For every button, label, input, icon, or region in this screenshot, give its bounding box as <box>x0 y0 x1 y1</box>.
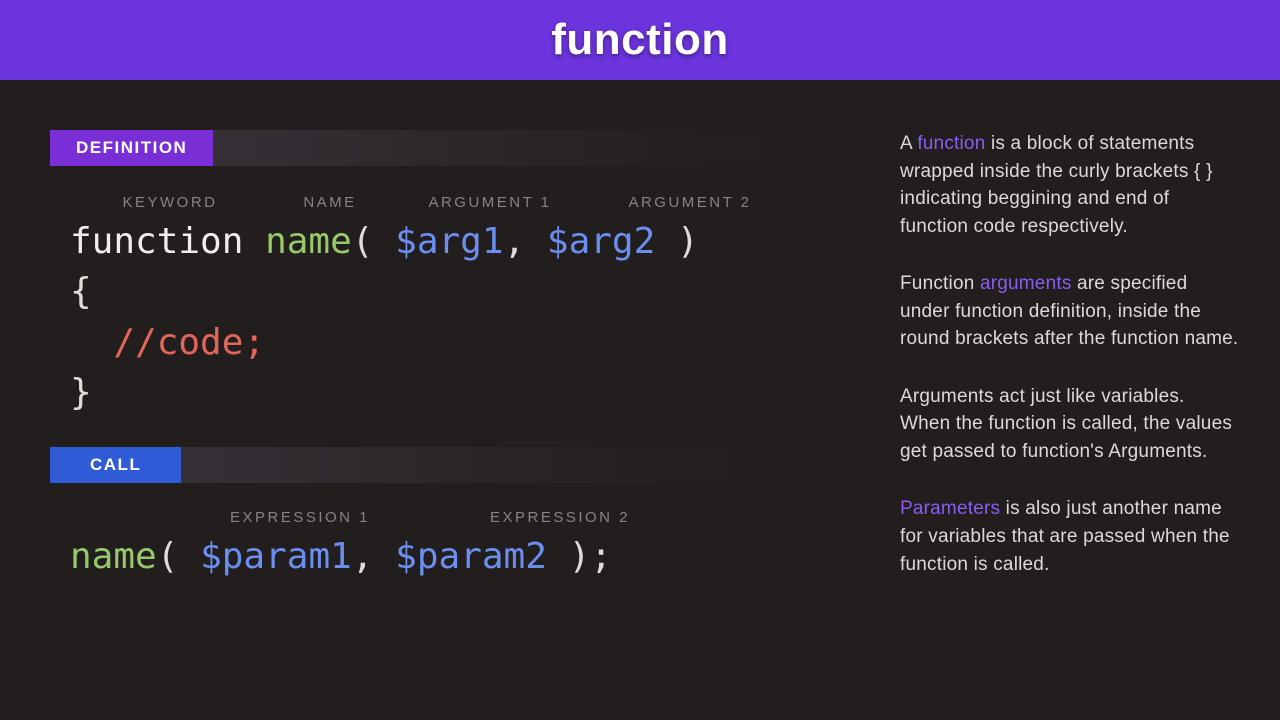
call-open-paren: ( <box>157 536 179 577</box>
call-close: ); <box>569 536 612 577</box>
definition-tag: DEFINITION <box>50 130 213 166</box>
call-tag: CALL <box>50 447 181 483</box>
right-column: A function is a block of statements wrap… <box>900 130 1260 608</box>
call-param2: $param2 <box>395 536 547 577</box>
hl-parameters: Parameters <box>900 498 1000 519</box>
paragraph-3: Arguments act just like variables. When … <box>900 383 1240 466</box>
code-close-paren: ) <box>677 221 699 262</box>
code-arg1: $arg1 <box>395 221 503 262</box>
hl-arguments: arguments <box>980 273 1072 294</box>
code-keyword-function: function <box>70 221 243 262</box>
paragraph-2: Function arguments are specified under f… <box>900 270 1240 353</box>
code-lbrace: { <box>70 271 92 312</box>
header-bar: function <box>0 0 1280 80</box>
annot-expr2: EXPRESSION 2 <box>430 509 690 526</box>
definition-code: function name( $arg1, $arg2 ) { //code; … <box>50 211 870 419</box>
call-code: name( $param1, $param2 ); <box>50 526 870 582</box>
code-name: name <box>265 221 352 262</box>
call-annotations: EXPRESSION 1 EXPRESSION 2 <box>50 509 870 526</box>
code-comma: , <box>504 221 526 262</box>
page-title: function <box>551 15 729 65</box>
code-rbrace: } <box>70 372 92 413</box>
paragraph-4: Parameters is also just another name for… <box>900 495 1240 578</box>
annot-name: NAME <box>270 194 390 211</box>
call-param1: $param1 <box>200 536 352 577</box>
call-name: name <box>70 536 157 577</box>
definition-annotations: KEYWORD NAME ARGUMENT 1 ARGUMENT 2 <box>50 194 870 211</box>
left-column: DEFINITION KEYWORD NAME ARGUMENT 1 ARGUM… <box>50 130 870 608</box>
code-open-paren: ( <box>352 221 374 262</box>
annot-arg2: ARGUMENT 2 <box>590 194 790 211</box>
annot-keyword: KEYWORD <box>70 194 270 211</box>
paragraph-1: A function is a block of statements wrap… <box>900 130 1240 240</box>
annot-expr1: EXPRESSION 1 <box>170 509 430 526</box>
code-arg2: $arg2 <box>547 221 655 262</box>
code-comment: //code; <box>113 322 265 363</box>
hl-function: function <box>917 133 985 154</box>
annot-arg1: ARGUMENT 1 <box>390 194 590 211</box>
content-area: DEFINITION KEYWORD NAME ARGUMENT 1 ARGUM… <box>0 80 1280 608</box>
call-comma: , <box>352 536 374 577</box>
